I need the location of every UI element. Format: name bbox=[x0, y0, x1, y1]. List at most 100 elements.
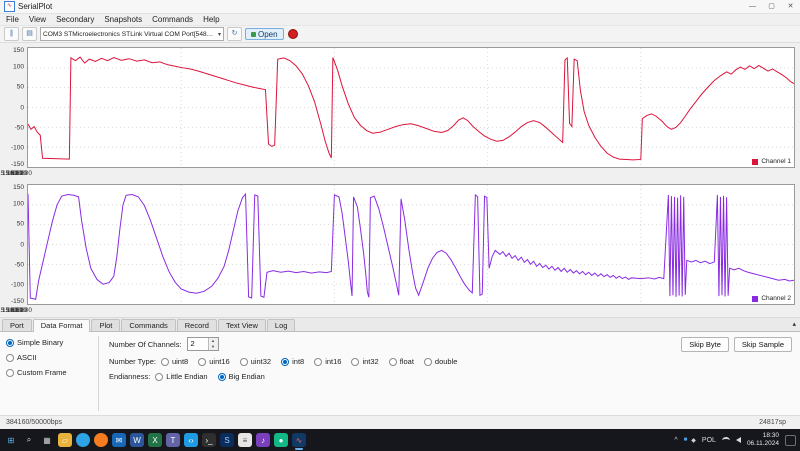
tab-port[interactable]: Port bbox=[2, 319, 32, 331]
number-type-row: Number Type: uint8 uint16 uint32 int8 int16 i… bbox=[109, 357, 457, 366]
chart-2-legend[interactable]: Channel 2 bbox=[752, 295, 791, 302]
chart-1-canvas[interactable]: Channel 1 bbox=[27, 47, 795, 168]
pause-button[interactable]: ∥ bbox=[4, 27, 19, 41]
tab-record[interactable]: Record bbox=[176, 319, 217, 331]
radio-label: uint16 bbox=[209, 357, 230, 366]
radio-double[interactable]: double bbox=[423, 357, 458, 366]
legend-swatch bbox=[752, 295, 759, 302]
chat-app-icon[interactable]: ● bbox=[274, 433, 288, 447]
radio-ascii[interactable]: ASCII bbox=[6, 353, 92, 362]
radio-little-endian[interactable]: Little Endian bbox=[155, 372, 208, 381]
y-tick-label: 50 bbox=[16, 220, 24, 228]
radio-big-endian[interactable]: Big Endian bbox=[217, 372, 265, 381]
close-button[interactable]: ✕ bbox=[781, 0, 800, 13]
excel-app-icon[interactable]: X bbox=[148, 433, 162, 447]
tab-data-format[interactable]: Data Format bbox=[32, 319, 91, 332]
spinbox-arrows[interactable]: ▴ ▾ bbox=[207, 338, 218, 350]
menu-view[interactable]: View bbox=[25, 15, 50, 24]
open-port-button[interactable]: Open bbox=[245, 28, 284, 40]
chart-channel-1: 150 100 50 0 -50 -100 -150 Channel 1 15 00015 … bbox=[0, 43, 800, 180]
radio-label: int32 bbox=[362, 357, 379, 366]
serialplot-taskbar-button[interactable]: ∿ bbox=[292, 433, 306, 450]
menu-snapshots[interactable]: Snapshots bbox=[100, 15, 146, 24]
tab-commands[interactable]: Commands bbox=[121, 319, 176, 331]
x-tick-label: 16 000 bbox=[7, 307, 27, 314]
tray-app-icon-1[interactable]: ■ bbox=[684, 437, 688, 444]
open-port-label: Open bbox=[258, 29, 278, 39]
browser-icon-2[interactable] bbox=[94, 433, 108, 447]
radio-float[interactable]: float bbox=[388, 357, 414, 366]
radio-label: double bbox=[434, 357, 458, 366]
radio-label: int8 bbox=[292, 357, 305, 366]
radio-simple-binary[interactable]: Simple Binary bbox=[6, 338, 92, 347]
start-button[interactable]: ⊞ bbox=[4, 433, 18, 447]
skip-sample-button[interactable]: Skip Sample bbox=[733, 337, 792, 352]
network-icon[interactable] bbox=[721, 436, 730, 444]
radio-uint32[interactable]: uint32 bbox=[239, 357, 271, 366]
menu-help[interactable]: Help bbox=[199, 15, 223, 24]
radio-custom-frame[interactable]: Custom Frame bbox=[6, 368, 92, 377]
teams-app-icon[interactable]: T bbox=[166, 433, 180, 447]
y-tick-label: 0 bbox=[20, 241, 24, 248]
radio-checked-icon bbox=[281, 357, 290, 366]
menu-file[interactable]: File bbox=[2, 15, 23, 24]
media-app-icon[interactable]: ♪ bbox=[256, 433, 270, 447]
terminal-app-icon[interactable]: ›_ bbox=[202, 433, 216, 447]
plug-icon bbox=[251, 31, 256, 37]
port-select[interactable]: COM3 STMicroelectronics STLink Virtual C… bbox=[40, 27, 224, 41]
spin-down-icon[interactable]: ▾ bbox=[208, 344, 218, 350]
chart-1-legend[interactable]: Channel 1 bbox=[752, 158, 791, 165]
word-app-icon[interactable]: W bbox=[130, 433, 144, 447]
y-tick-label: 150 bbox=[13, 47, 24, 54]
task-view-button[interactable]: ▦ bbox=[40, 433, 54, 447]
code-editor-icon[interactable]: ‹› bbox=[184, 433, 198, 447]
browser-icon-1[interactable] bbox=[76, 433, 90, 447]
refresh-ports-button[interactable]: ↻ bbox=[227, 27, 242, 41]
y-tick-label: -100 bbox=[10, 144, 24, 152]
radio-label: Simple Binary bbox=[17, 338, 64, 347]
radio-int8[interactable]: int8 bbox=[281, 357, 304, 366]
skip-byte-button[interactable]: Skip Byte bbox=[681, 337, 729, 352]
notes-app-icon[interactable]: ≡ bbox=[238, 433, 252, 447]
radio-label: Little Endian bbox=[166, 372, 208, 381]
port-select-value: COM3 STMicroelectronics STLink Virtual C… bbox=[43, 30, 216, 38]
menubar: File View Secondary Snapshots Commands H… bbox=[0, 14, 800, 26]
minimize-button[interactable]: — bbox=[743, 0, 762, 13]
data-format-tab-content: Simple Binary ASCII Custom Frame Number Of… bbox=[0, 332, 800, 415]
tray-app-icon-2[interactable]: ◆ bbox=[691, 437, 696, 444]
tab-plot[interactable]: Plot bbox=[91, 319, 121, 331]
legend-label: Channel 1 bbox=[761, 158, 791, 165]
channels-row: Number Of Channels: 2 ▴ ▾ bbox=[109, 337, 457, 351]
snapshot-button[interactable]: ▤ bbox=[22, 27, 37, 41]
radio-uint8[interactable]: uint8 bbox=[160, 357, 188, 366]
channels-spinbox[interactable]: 2 ▴ ▾ bbox=[186, 337, 219, 351]
ide-app-icon[interactable]: S bbox=[220, 433, 234, 447]
mail-app-icon[interactable]: ✉ bbox=[112, 433, 126, 447]
radio-int32[interactable]: int32 bbox=[351, 357, 379, 366]
y-tick-label: -100 bbox=[10, 281, 24, 289]
chart-2-canvas[interactable]: Channel 2 bbox=[27, 184, 795, 305]
plot-area: 150 100 50 0 -50 -100 -150 Channel 1 15 00015 … bbox=[0, 43, 800, 317]
taskbar-apps: ⊞ ⌕ ▦ ▱ ✉ W X T ‹› ›_ S ≡ ♪ ● ∿ bbox=[4, 433, 674, 450]
throughput-status: 384160/50000bps bbox=[6, 419, 63, 426]
radio-uint16[interactable]: uint16 bbox=[198, 357, 230, 366]
clock[interactable]: 18:30 06.11.2024 bbox=[747, 432, 779, 448]
tab-text-view[interactable]: Text View bbox=[217, 319, 266, 331]
radio-int16[interactable]: int16 bbox=[314, 357, 341, 366]
tray-date: 06.11.2024 bbox=[746, 440, 779, 447]
tab-log[interactable]: Log bbox=[266, 319, 296, 331]
file-explorer-icon[interactable]: ▱ bbox=[58, 433, 72, 447]
menu-commands[interactable]: Commands bbox=[148, 15, 197, 24]
radio-icon bbox=[6, 353, 14, 362]
search-button[interactable]: ⌕ bbox=[22, 433, 36, 447]
record-button[interactable] bbox=[287, 28, 300, 40]
maximize-button[interactable]: ▢ bbox=[762, 0, 781, 13]
volume-icon[interactable] bbox=[735, 437, 741, 443]
frame-type-group: Simple Binary ASCII Custom Frame bbox=[0, 332, 98, 415]
menu-secondary[interactable]: Secondary bbox=[52, 15, 98, 24]
notification-icon[interactable] bbox=[785, 434, 796, 446]
panel-collapse-arrow[interactable]: ▴ bbox=[792, 320, 796, 328]
language-indicator[interactable]: POL bbox=[702, 437, 716, 444]
statusbar: 384160/50000bps 24817sp bbox=[0, 415, 800, 429]
tray-expand-icon[interactable]: ^ bbox=[674, 437, 677, 444]
